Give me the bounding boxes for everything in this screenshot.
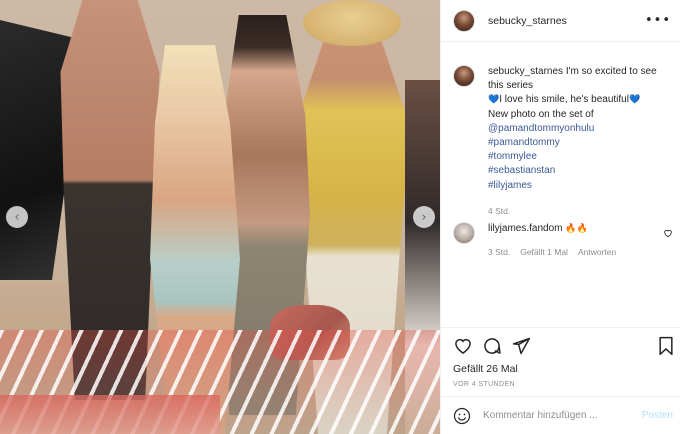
comment-text: lilyjames.fandom 🔥🔥 3 Std. Gefällt 1 Mal…	[488, 222, 673, 259]
commenter-username[interactable]: lilyjames.fandom	[488, 223, 562, 234]
bookmark-icon[interactable]	[657, 336, 675, 356]
reply-button[interactable]: Antworten	[578, 245, 616, 259]
comment-likes[interactable]: Gefällt 1 Mal	[520, 245, 568, 259]
hashtag-link[interactable]: #pamandtommy	[488, 136, 671, 150]
chevron-left-icon: ‹	[14, 209, 20, 225]
comment-timestamp: 3 Std.	[488, 247, 511, 257]
commenter-avatar[interactable]	[453, 222, 475, 244]
caption-timestamp: 4 Std.	[488, 205, 511, 216]
emoji-icon[interactable]	[453, 407, 471, 425]
beach-towel	[0, 395, 220, 434]
caption-photo-line: New photo on the set of	[488, 108, 594, 120]
post-button[interactable]: Posten	[642, 410, 673, 421]
author-username[interactable]: sebucky_starnes	[488, 15, 567, 27]
post-photo[interactable]: ‹ ›	[0, 0, 440, 434]
post-time-ago: VOR 4 STUNDEN	[453, 381, 515, 388]
more-options-icon[interactable]: •••	[645, 13, 671, 28]
next-photo-button[interactable]: ›	[413, 206, 435, 228]
previous-photo-button[interactable]: ‹	[6, 206, 28, 228]
post-sidebar: sebucky_starnes ••• sebucky_starnes I'm …	[440, 0, 680, 434]
comment-item: lilyjames.fandom 🔥🔥 3 Std. Gefällt 1 Mal…	[453, 222, 673, 259]
comment-heart-icon[interactable]	[663, 228, 673, 238]
post-actions: Gefällt 26 Mal VOR 4 STUNDEN	[441, 327, 680, 388]
straw-hat	[303, 0, 401, 46]
caption-avatar[interactable]	[453, 65, 475, 87]
action-bar	[441, 328, 680, 364]
blue-heart-icon: 💙	[488, 95, 500, 106]
caption-username[interactable]: sebucky_starnes	[488, 66, 563, 77]
comment-meta: 3 Std. Gefällt 1 Mal Antworten	[488, 245, 673, 259]
fire-emoji-icon: 🔥🔥	[565, 224, 588, 234]
blue-heart-icon: 💙	[628, 95, 641, 106]
instagram-post: ‹ › sebucky_starnes ••• sebucky_starnes …	[0, 0, 680, 434]
comment-input[interactable]	[483, 410, 623, 421]
hashtag-link[interactable]: #sebastianstan	[488, 164, 671, 178]
post-header: sebucky_starnes •••	[441, 0, 680, 42]
mention-link[interactable]: @pamandtommyonhulu	[488, 122, 671, 136]
post-caption: sebucky_starnes I'm so excited to see th…	[453, 65, 671, 218]
author-avatar[interactable]	[453, 9, 475, 32]
heart-icon[interactable]	[453, 336, 473, 356]
comment-composer: Posten	[441, 396, 680, 434]
caption-love-line: 💙I love his smile, he's beautiful💙	[488, 94, 641, 106]
hashtag-link[interactable]: #tommylee	[488, 150, 671, 164]
comment-icon[interactable]	[482, 336, 502, 356]
chevron-right-icon: ›	[421, 209, 427, 225]
share-icon[interactable]	[511, 336, 531, 356]
like-count[interactable]: Gefällt 26 Mal	[453, 363, 518, 375]
caption-text: sebucky_starnes I'm so excited to see th…	[488, 65, 671, 218]
hashtag-link[interactable]: #lilyjames	[488, 179, 671, 193]
